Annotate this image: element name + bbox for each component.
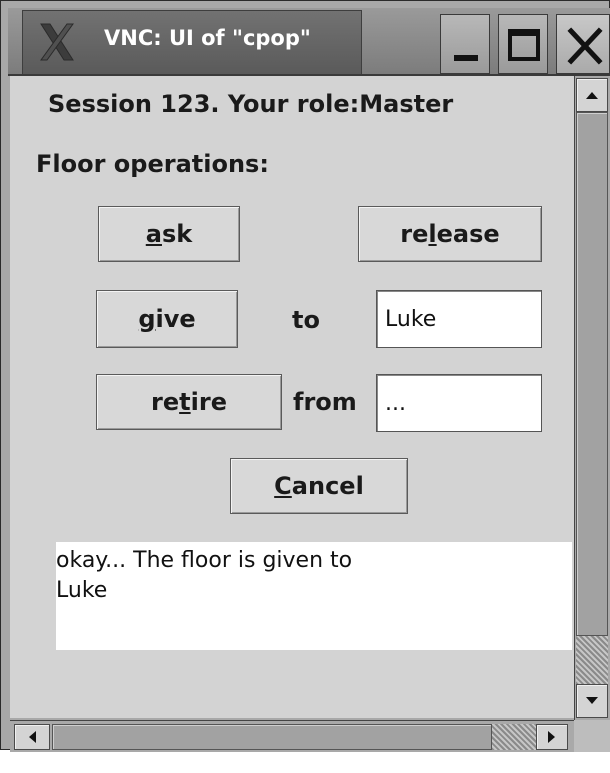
release-button[interactable]: re l ease: [358, 206, 542, 262]
ask-label-post: sk: [161, 220, 193, 248]
cancel-button[interactable]: Cancel: [230, 458, 408, 514]
release-label-post: ease: [436, 220, 500, 248]
arrow-right-icon: [548, 731, 555, 743]
status-message-line: Luke: [56, 578, 108, 603]
give-to-input[interactable]: Luke: [376, 290, 542, 348]
window-title: VNC: UI of "cpop": [104, 26, 311, 50]
status-message-line: okay... The floor is given to: [56, 548, 353, 573]
maximize-button[interactable]: [498, 14, 548, 74]
maximize-icon: [508, 29, 540, 61]
minimize-icon: [454, 55, 478, 61]
horizontal-scroll-track[interactable]: [492, 724, 536, 750]
scroll-left-button[interactable]: [14, 724, 50, 750]
minimize-button[interactable]: [440, 14, 490, 74]
vertical-scroll-track[interactable]: [576, 636, 608, 684]
status-message: okay... The floor is given to Luke: [56, 542, 572, 650]
ask-button[interactable]: a sk: [98, 206, 240, 262]
session-prefix: Session 123. Your role:: [48, 90, 360, 118]
cancel-label-post: ancel: [291, 472, 364, 500]
cancel-mnemonic: C: [274, 472, 292, 500]
give-label-post: ive: [155, 305, 196, 333]
vertical-scroll-thumb[interactable]: [576, 112, 608, 636]
x-logo-icon: [38, 22, 76, 62]
close-button[interactable]: [556, 14, 610, 74]
to-label: to: [292, 306, 320, 334]
retire-from-input[interactable]: ...: [376, 374, 542, 432]
arrow-left-icon: [29, 731, 36, 743]
from-label: from: [293, 388, 357, 416]
release-mnemonic: l: [428, 220, 437, 248]
give-mnemonic: g: [138, 305, 156, 333]
arrow-up-icon: [586, 92, 598, 99]
retire-label-pre: re: [151, 388, 180, 416]
scroll-up-button[interactable]: [576, 78, 608, 112]
floor-operations-label: Floor operations:: [36, 150, 269, 178]
close-icon: [567, 27, 603, 65]
scrollbar-corner: [574, 720, 610, 752]
release-label-pre: re: [400, 220, 429, 248]
ask-mnemonic: a: [145, 220, 162, 248]
session-role: Master: [359, 90, 454, 118]
arrow-down-icon: [586, 697, 598, 704]
scroll-down-button[interactable]: [576, 684, 608, 718]
retire-mnemonic: t: [179, 388, 191, 416]
session-info: Session 123. Your role:Master: [48, 90, 453, 118]
give-button[interactable]: g ive: [96, 290, 238, 348]
retire-label-post: ire: [190, 388, 227, 416]
retire-button[interactable]: re t ire: [96, 374, 282, 430]
horizontal-scroll-thumb[interactable]: [52, 724, 492, 750]
scroll-right-button[interactable]: [536, 724, 568, 750]
